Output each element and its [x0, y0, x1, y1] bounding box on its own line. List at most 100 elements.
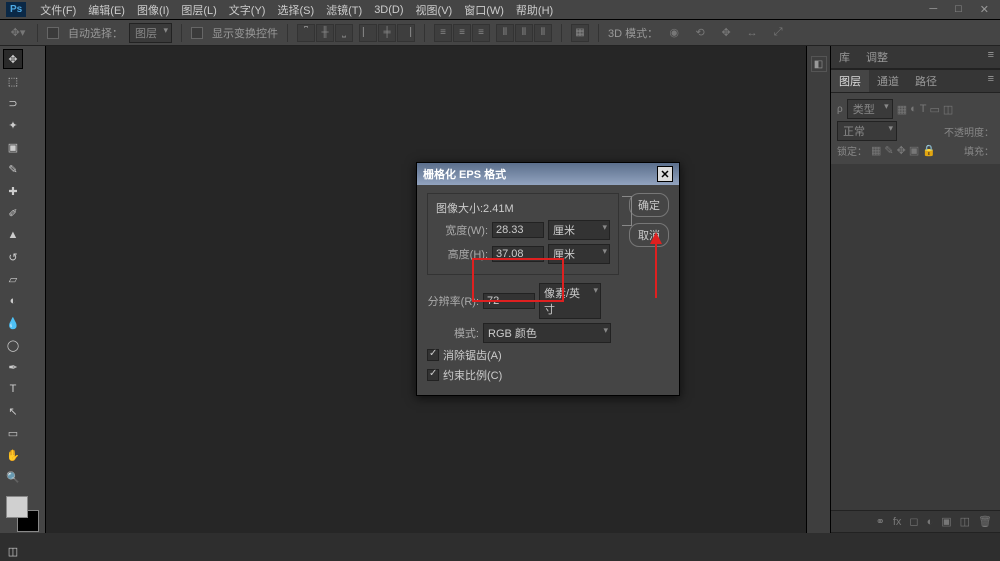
menu-edit[interactable]: 编辑(E) — [82, 2, 131, 18]
align-hcenter-icon[interactable]: ╪ — [378, 24, 396, 42]
eyedropper-tool[interactable]: ✎ — [3, 159, 23, 179]
close-button[interactable]: ✕ — [975, 3, 994, 16]
pan3d-icon[interactable]: ✥ — [716, 24, 736, 42]
eraser-tool[interactable]: ▱ — [3, 269, 23, 289]
align-top-icon[interactable]: ⎴ — [297, 24, 315, 42]
height-unit-dropdown[interactable]: 厘米 — [548, 244, 610, 264]
pen-tool[interactable]: ✒ — [3, 357, 23, 377]
crop-tool[interactable]: ▣ — [3, 137, 23, 157]
zoom-tool[interactable]: 🔍 — [3, 467, 23, 487]
dist-left-icon[interactable]: ⦀ — [496, 24, 514, 42]
tab-layers[interactable]: 图层 — [831, 70, 869, 92]
roll3d-icon[interactable]: ⟲ — [690, 24, 710, 42]
dist-vcenter-icon[interactable]: ≡ — [453, 24, 471, 42]
menu-select[interactable]: 选择(S) — [271, 2, 320, 18]
shape-tool[interactable]: ▭ — [3, 423, 23, 443]
menu-view[interactable]: 视图(V) — [410, 2, 459, 18]
panel1-menu-icon[interactable]: ≡ — [982, 46, 1000, 68]
menu-filter[interactable]: 滤镜(T) — [320, 2, 368, 18]
filter-type-icon[interactable]: T — [920, 103, 927, 116]
blend-dropdown[interactable]: 正常 — [837, 121, 897, 141]
filter-smart-icon[interactable]: ◫ — [943, 103, 953, 116]
dialog-titlebar[interactable]: 栅格化 EPS 格式 ✕ — [417, 163, 679, 185]
color-swatch[interactable] — [6, 496, 39, 532]
fg-color[interactable] — [6, 496, 28, 518]
filter-shape-icon[interactable]: ▭ — [930, 103, 940, 116]
hand-tool[interactable]: ✋ — [3, 445, 23, 465]
constrain-checkbox[interactable] — [427, 369, 439, 381]
tab-adjustments[interactable]: 调整 — [858, 46, 896, 68]
tab-libraries[interactable]: 库 — [831, 46, 858, 68]
cancel-button[interactable]: 取消 — [629, 223, 669, 247]
type-tool[interactable]: T — [3, 379, 23, 399]
res-unit-dropdown[interactable]: 像素/英寸 — [539, 283, 601, 319]
align-left-icon[interactable]: ⎸ — [359, 24, 377, 42]
lasso-tool[interactable]: ⊃ — [3, 93, 23, 113]
lock-trans-icon[interactable]: ▦ — [871, 144, 881, 157]
resolution-input[interactable] — [483, 293, 535, 309]
screen-mode[interactable]: ◫ — [3, 541, 23, 561]
ok-button[interactable]: 确定 — [629, 193, 669, 217]
group-icon[interactable]: ▣ — [941, 515, 951, 528]
width-input[interactable] — [492, 222, 544, 238]
align-right-icon[interactable]: ⎹ — [397, 24, 415, 42]
delete-icon[interactable]: 🗑 — [978, 515, 992, 528]
dialog-close-button[interactable]: ✕ — [657, 166, 673, 182]
filter-adj-icon[interactable]: ◐ — [910, 103, 917, 116]
dist-hcenter-icon[interactable]: ⦀ — [515, 24, 533, 42]
dodge-tool[interactable]: ◯ — [3, 335, 23, 355]
gradient-tool[interactable]: ◐ — [3, 291, 23, 311]
tab-channels[interactable]: 通道 — [869, 70, 907, 92]
filter-img-icon[interactable]: ▦ — [897, 103, 907, 116]
auto-select-checkbox[interactable] — [47, 27, 59, 39]
menu-help[interactable]: 帮助(H) — [510, 2, 559, 18]
stamp-tool[interactable]: ▲ — [3, 225, 23, 245]
kind-dropdown[interactable]: 类型 — [847, 99, 893, 119]
blur-tool[interactable]: 💧 — [3, 313, 23, 333]
new-layer-icon[interactable]: ◫ — [960, 515, 970, 528]
marquee-tool[interactable]: ⬚ — [3, 71, 23, 91]
lock-pixel-icon[interactable]: ✎ — [884, 144, 893, 157]
auto-select-dropdown[interactable]: 图层 — [129, 23, 172, 43]
layer-fx-icon[interactable]: fx — [893, 516, 902, 528]
history-tool[interactable]: ↺ — [3, 247, 23, 267]
tab-paths[interactable]: 路径 — [907, 70, 945, 92]
menu-image[interactable]: 图像(I) — [131, 2, 175, 18]
width-unit-dropdown[interactable]: 厘米 — [548, 220, 610, 240]
layers-panel-menu-icon[interactable]: ≡ — [982, 70, 1000, 92]
mode-dropdown[interactable]: RGB 颜色 — [483, 323, 611, 343]
move-tool[interactable]: ✥ — [3, 49, 23, 69]
auto-align-icon[interactable]: ▦ — [571, 24, 589, 42]
show-transform-checkbox[interactable] — [191, 27, 203, 39]
menu-layer[interactable]: 图层(L) — [175, 2, 222, 18]
minimize-button[interactable]: ─ — [924, 3, 942, 16]
layers-list[interactable] — [831, 164, 1000, 510]
menu-window[interactable]: 窗口(W) — [458, 2, 510, 18]
menu-3d[interactable]: 3D(D) — [368, 4, 409, 16]
brush-tool[interactable]: ✐ — [3, 203, 23, 223]
lock-pos-icon[interactable]: ✥ — [897, 144, 906, 157]
path-tool[interactable]: ↖ — [3, 401, 23, 421]
canvas[interactable]: 栅格化 EPS 格式 ✕ 图像大小:2.41M 宽度(W): 厘米 高度(H): — [46, 46, 806, 533]
adjustment-layer-icon[interactable]: ◐ — [927, 516, 934, 528]
dist-right-icon[interactable]: ⦀ — [534, 24, 552, 42]
lock-all-icon[interactable]: 🔒 — [922, 144, 936, 157]
orbit3d-icon[interactable]: ◉ — [664, 24, 684, 42]
link-layers-icon[interactable]: ⚭ — [876, 515, 885, 528]
layer-mask-icon[interactable]: ◻ — [909, 515, 918, 528]
dist-bottom-icon[interactable]: ≡ — [472, 24, 490, 42]
maximize-button[interactable]: □ — [950, 3, 967, 16]
align-bottom-icon[interactable]: ⎵ — [335, 24, 353, 42]
zoom3d-icon[interactable]: ⤢ — [768, 24, 788, 42]
antialias-checkbox[interactable] — [427, 349, 439, 361]
wand-tool[interactable]: ✦ — [3, 115, 23, 135]
lock-artboard-icon[interactable]: ▣ — [909, 144, 919, 157]
history-panel-icon[interactable]: ◧ — [811, 56, 827, 72]
height-input[interactable] — [492, 246, 544, 262]
align-vcenter-icon[interactable]: ╫ — [316, 24, 334, 42]
dist-top-icon[interactable]: ≡ — [434, 24, 452, 42]
heal-tool[interactable]: ✚ — [3, 181, 23, 201]
menu-type[interactable]: 文字(Y) — [223, 2, 272, 18]
menu-file[interactable]: 文件(F) — [34, 2, 82, 18]
slide3d-icon[interactable]: ↔ — [742, 24, 762, 42]
